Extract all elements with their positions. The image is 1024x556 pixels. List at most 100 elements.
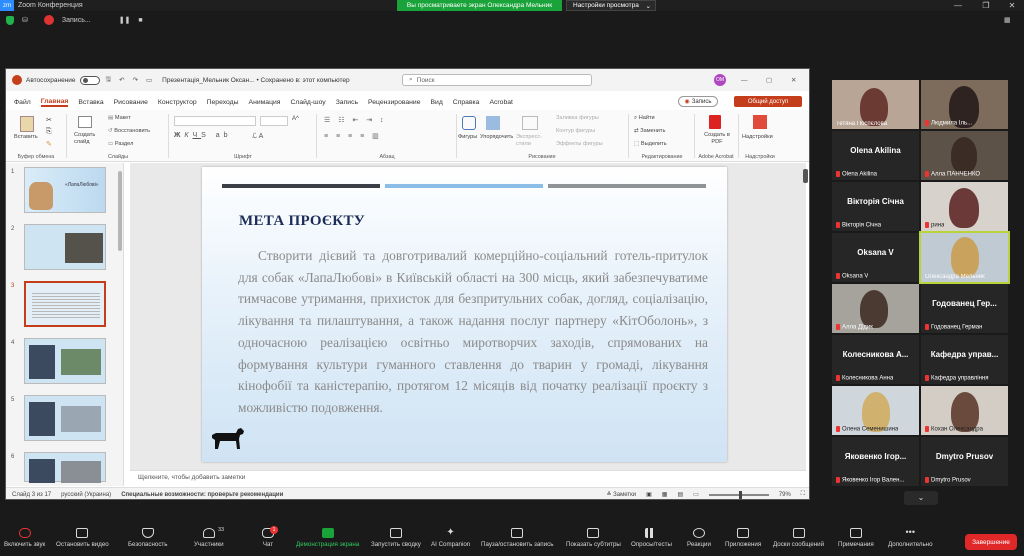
record-button[interactable]: ◉ Запись	[678, 96, 718, 107]
sorter-view-icon[interactable]: ▦	[662, 491, 668, 498]
menu-slideshow[interactable]: Слайд-шоу	[290, 99, 325, 106]
cut-icon[interactable]: ✂	[46, 116, 52, 124]
gallery-next-page-chevron-down-icon[interactable]: ⌄	[904, 491, 938, 505]
ppt-maximize-icon[interactable]: ▢	[766, 76, 772, 84]
slideshow-icon[interactable]: ▭	[146, 76, 152, 84]
chat-button[interactable]: Чат 1	[262, 526, 278, 548]
participant-tile[interactable]: Dmytro Prusov Dmytro Prusov	[921, 437, 1008, 486]
menu-transitions[interactable]: Переходы	[207, 99, 239, 106]
slide-thumbnail-6[interactable]	[24, 452, 106, 483]
participant-tile[interactable]: Годованец Гер... Годованец Герман	[921, 284, 1008, 333]
menu-review[interactable]: Рецензирование	[368, 99, 420, 106]
participant-tile[interactable]: Алла Дідик	[832, 284, 919, 333]
fit-slide-icon[interactable]: ⛶	[801, 491, 805, 498]
close-icon[interactable]: ✕	[1002, 0, 1022, 11]
notes-button[interactable]: Примечания	[838, 528, 874, 548]
participant-tile-active-speaker[interactable]: Олександра Мельник	[919, 231, 1010, 284]
shape-fill-button[interactable]: Заливка фигуры	[556, 115, 599, 121]
undo-icon[interactable]: ↶	[119, 76, 124, 84]
font-size-select[interactable]	[260, 116, 288, 126]
language-status[interactable]: русский (Украина)	[61, 492, 111, 498]
menu-animation[interactable]: Анимация	[249, 99, 281, 106]
security-button[interactable]: Безопасность	[128, 528, 167, 548]
new-slide-button[interactable]: Создать слайд	[74, 132, 100, 146]
menu-acrobat[interactable]: Acrobat	[489, 99, 512, 106]
menu-file[interactable]: Файл	[14, 99, 31, 106]
more-button[interactable]: ••• Дополнительно	[888, 528, 933, 549]
copy-icon[interactable]: ⎘	[46, 128, 52, 136]
participant-tile[interactable]: Oksana V Oksana V	[832, 233, 919, 282]
ppt-minimize-icon[interactable]: —	[741, 77, 748, 84]
menu-draw[interactable]: Рисование	[114, 99, 148, 106]
participant-tile[interactable]: Тетяна Поспєлова	[832, 80, 919, 129]
font-grow-icon[interactable]: A^	[292, 116, 299, 122]
notes-button[interactable]: ≙ Заметки	[606, 491, 636, 498]
minimize-icon[interactable]: —	[948, 0, 968, 11]
ai-companion-button[interactable]: ✦ AI Companion	[431, 528, 470, 549]
share-button[interactable]: Общий доступ	[734, 96, 802, 107]
reactions-button[interactable]: Реакции	[687, 528, 711, 548]
view-grid-icon[interactable]: ▦	[1004, 16, 1011, 24]
apps-button[interactable]: Приложения	[725, 528, 761, 548]
addins-button[interactable]: Надстройки	[742, 134, 773, 140]
participant-tile[interactable]: Яковенко Ігор... Яковенко Ігор Вален...	[832, 437, 919, 486]
quick-styles-button[interactable]: Экспресс-стили	[516, 134, 550, 148]
participant-tile[interactable]: Кохан Олександра	[921, 386, 1008, 435]
zoom-slider[interactable]	[708, 490, 769, 499]
redo-icon[interactable]: ↷	[133, 76, 138, 84]
end-meeting-button[interactable]: Завершение	[965, 534, 1017, 550]
font-color-icon[interactable]: ℒ A	[252, 132, 263, 140]
align-buttons[interactable]: ≡ ≡ ≡ ≡ ▥	[324, 132, 382, 140]
slide-thumbnail-4[interactable]	[24, 338, 106, 384]
slide-thumbnail-1[interactable]: «ЛапаЛюбові»	[24, 167, 106, 213]
current-slide[interactable]: МЕТА ПРОЄКТУ Створити дієвий та довготри…	[202, 167, 727, 462]
participant-tile[interactable]: Людмила Іль...	[921, 80, 1008, 129]
participant-tile[interactable]: Колесникова А... Колесникова Анна	[832, 335, 919, 384]
participant-tile[interactable]: Olena Akilina Olena Akilina	[832, 131, 919, 180]
participant-tile[interactable]: Алла ПАНЧЕНКО	[921, 131, 1008, 180]
paste-button[interactable]: Вставить	[14, 134, 38, 140]
list-buttons[interactable]: ☰ ☷ ⇤ ⇥ ↕	[324, 116, 387, 124]
thumbs-scrollbar[interactable]	[118, 171, 122, 251]
avatar[interactable]: ОМ	[714, 74, 726, 86]
start-summary-button[interactable]: Запустить сводку	[371, 528, 421, 548]
reading-view-icon[interactable]: ▤	[677, 491, 683, 498]
replace-button[interactable]: ⇄ Заменить	[634, 128, 665, 134]
menu-insert[interactable]: Вставка	[78, 99, 103, 106]
whiteboards-button[interactable]: Доски сообщений	[773, 528, 824, 548]
accessibility-status[interactable]: Специальные возможности: проверьте реком…	[121, 492, 283, 498]
save-icon[interactable]: 🖫	[106, 75, 112, 86]
reset-button[interactable]: ↺ Восстановить	[108, 128, 150, 134]
stop-record-icon[interactable]: ■	[138, 17, 142, 24]
captions-button[interactable]: Показать субтитры	[566, 528, 621, 548]
menu-help[interactable]: Справка	[453, 99, 480, 106]
font-name-select[interactable]	[174, 116, 256, 126]
menu-home[interactable]: Главная	[40, 98, 69, 107]
polls-button[interactable]: Опросы/тесты	[631, 528, 672, 548]
maximize-icon[interactable]: ❐	[976, 0, 996, 11]
participant-tile[interactable]: рина	[921, 182, 1008, 231]
menu-design[interactable]: Конструктор	[158, 99, 197, 106]
participant-tile[interactable]: Олена Семенишина	[832, 386, 919, 435]
slide-thumbnail-3[interactable]	[24, 281, 106, 327]
arrange-button[interactable]: Упорядочить	[480, 134, 513, 140]
format-painter-icon[interactable]: ✎	[46, 140, 52, 148]
select-button[interactable]: ⬚ Выделить	[634, 141, 667, 147]
layout-button[interactable]: ▤ Макет	[108, 115, 131, 121]
shape-outline-button[interactable]: Контур фигуры	[556, 128, 595, 134]
create-pdf-button[interactable]: Создать в PDF	[700, 132, 734, 146]
slide-thumbnail-2[interactable]	[24, 224, 106, 270]
shape-effects-button[interactable]: Эффекты фигуры	[556, 141, 603, 147]
normal-view-icon[interactable]: ▣	[646, 491, 652, 498]
slide-thumbnail-5[interactable]	[24, 395, 106, 441]
section-button[interactable]: ▭ Раздел	[108, 141, 133, 147]
menu-record[interactable]: Запись	[336, 99, 358, 106]
notes-field[interactable]: Щелкните, чтобы добавить заметки	[130, 470, 806, 484]
stop-video-button[interactable]: Остановить видео	[56, 528, 109, 548]
zoom-level[interactable]: 79%	[779, 492, 791, 498]
participant-tile[interactable]: Вікторія Січна Вікторія Січна	[832, 182, 919, 231]
autosave-toggle[interactable]	[79, 75, 100, 85]
ppt-close-icon[interactable]: ✕	[791, 76, 796, 84]
menu-view[interactable]: Вид	[431, 99, 443, 106]
share-screen-button[interactable]: Демонстрация экрана	[296, 528, 359, 548]
